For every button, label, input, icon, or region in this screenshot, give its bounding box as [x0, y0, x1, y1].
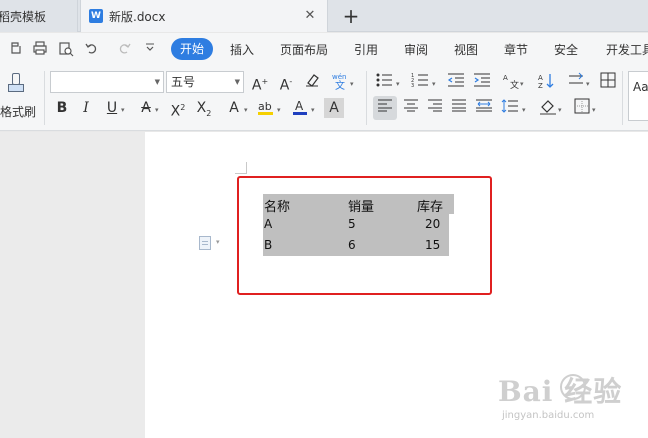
svg-text:A: A [538, 74, 543, 82]
highlight-icon[interactable]: ab [256, 98, 276, 118]
ribbon-home: 格式刷 ▼ 五号 ▼ A+ A- wén 文 ▾ B I U ▾ A ▾ X2 X… [0, 65, 648, 131]
show-hide-marks-icon[interactable] [566, 72, 586, 92]
svg-text:ab: ab [258, 100, 272, 113]
svg-text:A: A [503, 74, 508, 82]
font-size-value: 五号 [171, 75, 196, 89]
line-spacing-icon[interactable] [500, 98, 520, 118]
customize-toolbar-icon[interactable] [142, 41, 158, 57]
bullets-dropdown-icon[interactable]: ▾ [396, 80, 400, 88]
tab-view[interactable]: 视图 [454, 41, 478, 58]
tab-document[interactable]: W 新版.docx ✕ [80, 0, 328, 32]
tab-references[interactable]: 引用 [354, 41, 378, 58]
svg-text:文: 文 [510, 79, 519, 90]
justify-icon[interactable] [449, 98, 469, 118]
paste-icon[interactable] [8, 41, 24, 57]
increase-font-size-icon[interactable]: A+ [250, 72, 270, 94]
increase-indent-icon[interactable] [472, 72, 492, 92]
paragraph-shading-dropdown-icon[interactable]: ▾ [558, 106, 562, 114]
menu-bar: ▾ 开始 插入 页面布局 引用 审阅 视图 章节 安全 开发工具 [0, 33, 648, 87]
tab-document-label: 新版.docx [109, 9, 166, 24]
paragraph-layout-dropdown-icon[interactable]: ▾ [216, 238, 220, 246]
watermark-logo-text: Bai 经验 [498, 375, 623, 408]
svg-text:wén: wén [332, 73, 346, 81]
font-color-icon[interactable]: A [290, 98, 310, 118]
redo-icon[interactable] [116, 41, 132, 57]
chinese-layout-icon[interactable]: A文 [500, 72, 520, 92]
borders-dropdown-icon[interactable]: ▾ [592, 106, 596, 114]
underline-icon[interactable]: U [102, 98, 122, 118]
chevron-down-icon: ▼ [154, 78, 160, 86]
format-painter-label: 格式刷 [0, 105, 37, 119]
watermark: Bai 经验 jingyan.baidu.com [498, 364, 643, 434]
distributed-align-icon[interactable] [474, 98, 494, 118]
bullets-icon[interactable] [374, 72, 394, 92]
highlight-dropdown-icon[interactable]: ▾ [277, 106, 281, 114]
tab-template[interactable]: 稻壳模板 [0, 0, 78, 32]
svg-text:3: 3 [411, 83, 414, 88]
strikethrough-dropdown-icon[interactable]: ▾ [155, 106, 159, 114]
bold-icon[interactable]: B [52, 98, 72, 118]
ribbon-separator [622, 71, 623, 125]
tab-home[interactable]: 开始 [171, 38, 213, 60]
decrease-indent-icon[interactable] [446, 72, 466, 92]
line-spacing-dropdown-icon[interactable]: ▾ [522, 106, 526, 114]
align-right-icon[interactable] [425, 98, 445, 118]
superscript-icon[interactable]: X2 [168, 98, 188, 120]
document-tab-bar: 稻壳模板 W 新版.docx ✕ + [0, 0, 648, 32]
margin-marker [235, 162, 247, 174]
tab-developer[interactable]: 开发工具 [606, 41, 648, 58]
paragraph-layout-icon[interactable] [199, 236, 211, 250]
writer-doc-icon: W [89, 9, 103, 23]
chinese-layout-dropdown-icon[interactable]: ▾ [520, 80, 524, 88]
ribbon-separator [44, 71, 45, 125]
strikethrough-icon[interactable]: A [136, 98, 156, 118]
tab-page-layout[interactable]: 页面布局 [280, 41, 328, 58]
character-shading-icon[interactable]: A [324, 98, 344, 118]
underline-dropdown-icon[interactable]: ▾ [121, 106, 125, 114]
print-preview-icon[interactable] [58, 41, 74, 57]
clear-formatting-icon[interactable] [302, 72, 322, 92]
left-gutter [0, 132, 145, 438]
svg-text:A: A [295, 99, 304, 113]
align-center-icon[interactable] [401, 98, 421, 118]
ribbon-separator [366, 71, 367, 125]
svg-text:文: 文 [335, 79, 345, 90]
borders-icon[interactable] [572, 98, 592, 118]
tab-section[interactable]: 章节 [504, 41, 528, 58]
phonetic-guide-icon[interactable]: wén 文 [330, 72, 350, 92]
undo-icon[interactable] [84, 41, 100, 57]
tab-template-label: 稻壳模板 [0, 9, 47, 24]
new-tab-button[interactable]: + [340, 5, 362, 27]
print-icon[interactable] [32, 41, 48, 57]
font-size-select[interactable]: 五号 ▼ [166, 71, 244, 93]
annotation-highlight-box [237, 176, 492, 295]
numbering-dropdown-icon[interactable]: ▾ [432, 80, 436, 88]
align-left-icon[interactable] [375, 98, 395, 118]
format-painter-button[interactable]: 格式刷 [0, 65, 40, 125]
table-grid-icon[interactable] [598, 72, 618, 92]
decrease-font-size-icon[interactable]: A- [276, 72, 296, 94]
format-painter-icon [8, 73, 26, 97]
numbering-icon[interactable]: 123 [410, 72, 430, 92]
close-icon[interactable]: ✕ [303, 9, 317, 23]
watermark-url: jingyan.baidu.com [502, 410, 595, 421]
text-effect-icon[interactable]: A [224, 98, 244, 118]
style-gallery-item[interactable]: Aa [628, 71, 648, 121]
style-preview-text: Aa [633, 80, 648, 94]
font-name-select[interactable]: ▼ [50, 71, 164, 93]
tab-insert[interactable]: 插入 [230, 41, 254, 58]
svg-text:Z: Z [538, 82, 543, 90]
tab-security[interactable]: 安全 [554, 41, 578, 58]
paragraph-shading-icon[interactable] [538, 98, 558, 118]
italic-icon[interactable]: I [76, 98, 96, 118]
phonetic-dropdown-icon[interactable]: ▾ [350, 80, 354, 88]
text-effect-dropdown-icon[interactable]: ▾ [244, 106, 248, 114]
marks-dropdown-icon[interactable]: ▾ [586, 80, 590, 88]
sort-icon[interactable]: AZ [536, 72, 556, 92]
tab-review[interactable]: 审阅 [404, 41, 428, 58]
font-color-dropdown-icon[interactable]: ▾ [311, 106, 315, 114]
wps-writer-window: 稻壳模板 W 新版.docx ✕ + ▾ 开始 插入 页面布局 [0, 0, 648, 438]
subscript-icon[interactable]: X2 [194, 98, 214, 118]
chevron-down-icon: ▼ [234, 78, 240, 86]
